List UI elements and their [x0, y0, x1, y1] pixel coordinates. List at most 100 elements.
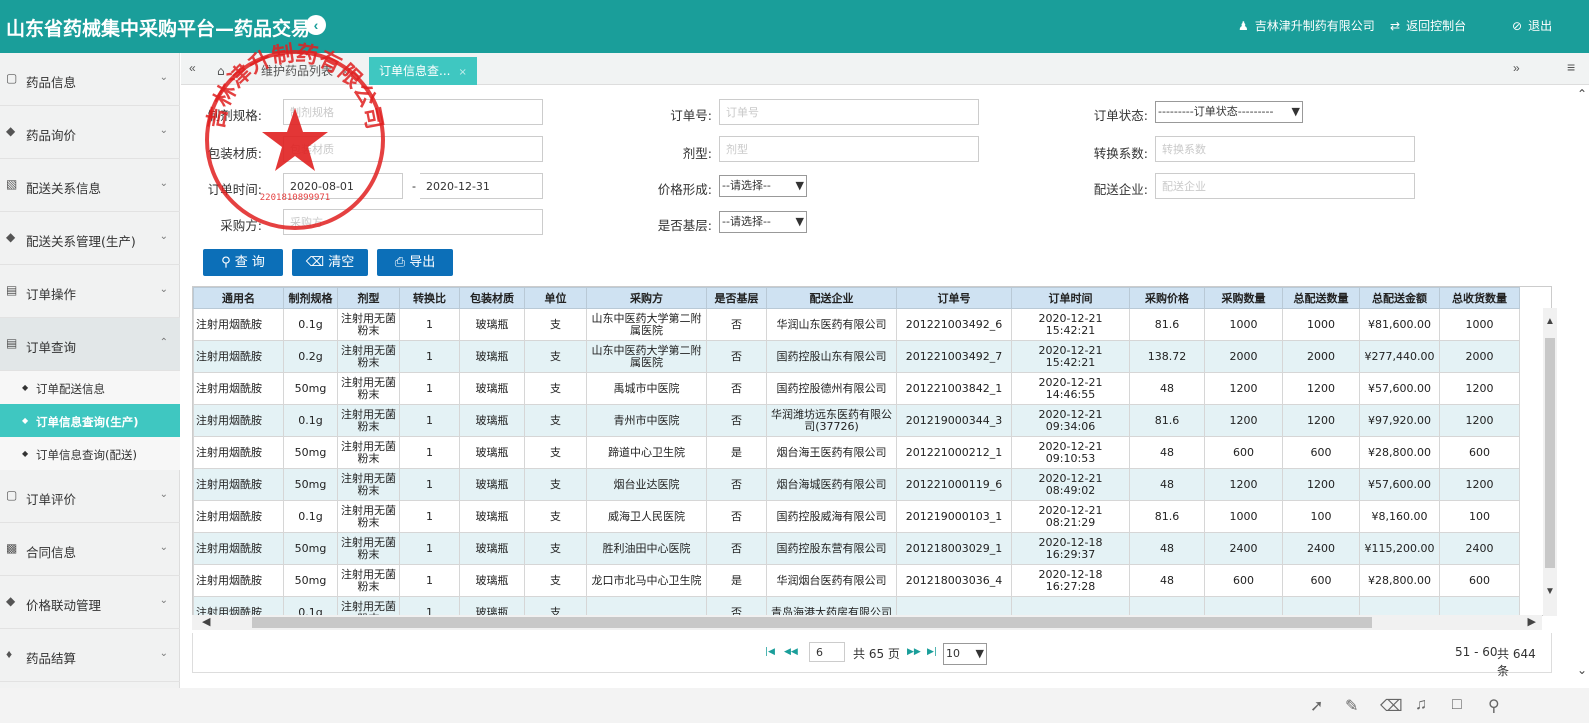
- sidebar-item-drug-info[interactable]: ▢ 药品信息 ⌄: [0, 53, 180, 106]
- scroll-up-icon[interactable]: ▲: [1545, 316, 1555, 327]
- sidebar-item-contract-info[interactable]: ▩ 合同信息 ⌄: [0, 523, 180, 576]
- sidebar-item-delivery-info[interactable]: ▧ 配送关系信息 ⌄: [0, 159, 180, 212]
- table-row[interactable]: 注射用烟酰胺 0.1g 注射用无菌粉末 1 玻璃瓶支青州市中医院否华润潍坊远东医药有限公…: [193, 404, 1520, 437]
- column-header[interactable]: 采购价格: [1129, 287, 1205, 309]
- window-icon[interactable]: □: [1452, 696, 1462, 714]
- page-size-select[interactable]: 10 ▼: [943, 643, 987, 665]
- pack-input[interactable]: [283, 136, 543, 162]
- sidebar-item-order-review[interactable]: ▢ 订单评价 ⌄: [0, 470, 180, 523]
- rocket-icon[interactable]: ➚: [1310, 696, 1323, 716]
- form-input[interactable]: [719, 136, 979, 162]
- menu-icon[interactable]: ≡: [1567, 59, 1575, 75]
- tab-drug-list[interactable]: 维护药品列表 ×: [251, 57, 359, 85]
- volume-icon[interactable]: ♫: [1415, 696, 1427, 714]
- table-cell: 1200: [1439, 468, 1520, 501]
- dist-input[interactable]: [1155, 173, 1415, 199]
- back-console-link[interactable]: ⇄ 返回控制台: [1390, 17, 1466, 34]
- delete-icon[interactable]: ⌫: [1380, 696, 1403, 716]
- column-header[interactable]: 订单时间: [1011, 287, 1130, 309]
- table-vertical-scrollbar[interactable]: ▲ ▼: [1543, 308, 1557, 616]
- table-row[interactable]: 注射用烟酰胺 50mg 注射用无菌粉末 1 玻璃瓶支龙口市北马中心卫生院是华润烟台医药有…: [193, 564, 1520, 597]
- first-page-icon[interactable]: |◀: [765, 647, 775, 657]
- table-row[interactable]: 注射用烟酰胺 0.1g 注射用无菌粉末 1 玻璃瓶支山东中医药大学第二附属医院否华润山东…: [193, 308, 1520, 341]
- column-header[interactable]: 采购数量: [1204, 287, 1283, 309]
- table-row[interactable]: 注射用烟酰胺0.1g注射用无菌粉末1玻璃瓶支 否青岛海港大药房有限公司: [193, 596, 1520, 615]
- basic-select[interactable]: --请选择-- ▼: [719, 211, 807, 233]
- time-to-input[interactable]: [420, 173, 543, 199]
- table-row[interactable]: 注射用烟酰胺 50mg 注射用无菌粉末 1 玻璃瓶支蹄道中心卫生院是烟台海王医药有限公司…: [193, 436, 1520, 469]
- table-row[interactable]: 注射用烟酰胺 50mg 注射用无菌粉末 1 玻璃瓶支烟台业达医院否烟台海城医药有限公司 2…: [193, 468, 1520, 501]
- search-icon[interactable]: ⚲: [1488, 696, 1500, 716]
- scroll-left-icon[interactable]: ◀: [202, 615, 210, 628]
- home-icon: ⌂: [217, 64, 225, 78]
- conv-input[interactable]: [1155, 136, 1415, 162]
- column-header[interactable]: 是否基层: [706, 287, 767, 309]
- last-page-icon[interactable]: ▶|: [927, 647, 937, 657]
- logout-link[interactable]: ⊘ 退出: [1512, 17, 1552, 34]
- scroll-thumb[interactable]: [252, 617, 1372, 628]
- column-header[interactable]: 制剂规格: [283, 287, 338, 309]
- column-header[interactable]: 总收货数量: [1439, 287, 1520, 309]
- column-header[interactable]: 转换比: [399, 287, 460, 309]
- column-header[interactable]: 总配送数量: [1282, 287, 1360, 309]
- conv-label: 转换系数:: [1093, 146, 1148, 161]
- spec-input[interactable]: [283, 99, 543, 125]
- tab-order-info[interactable]: 订单信息查... ×: [369, 57, 477, 85]
- document-icon: ▤: [6, 336, 18, 350]
- back-arrow-icon[interactable]: ‹: [306, 15, 326, 35]
- scroll-down-icon[interactable]: ▼: [1545, 586, 1555, 597]
- sidebar-item-delivery-mgmt[interactable]: ◆ 配送关系管理(生产) ⌄: [0, 212, 180, 265]
- order-status-select[interactable]: ---------订单状态--------- ▼: [1155, 101, 1303, 123]
- column-header[interactable]: 包装材质: [459, 287, 525, 309]
- column-header[interactable]: 通用名: [193, 287, 284, 309]
- column-header[interactable]: 剂型: [337, 287, 400, 309]
- sidebar-item-price-linkage[interactable]: ◆ 价格联动管理 ⌄: [0, 576, 180, 629]
- edit-icon[interactable]: ✎: [1345, 696, 1358, 716]
- table-cell: 否: [706, 404, 767, 437]
- price-select[interactable]: --请选择-- ▼: [719, 175, 807, 197]
- tabs-scroll-right-icon[interactable]: »: [1513, 61, 1520, 75]
- chevron-up-icon[interactable]: ⌃: [1577, 87, 1587, 101]
- time-from-input[interactable]: [283, 173, 403, 199]
- table-cell: 1: [399, 340, 460, 373]
- close-icon[interactable]: ×: [341, 67, 349, 78]
- table-horizontal-scrollbar[interactable]: ◀ ▶: [192, 615, 1542, 630]
- table-row[interactable]: 注射用烟酰胺 50mg 注射用无菌粉末 1 玻璃瓶支胜利油田中心医院否国药控股东营有限公…: [193, 532, 1520, 565]
- chevron-down-icon: ⌄: [159, 72, 168, 83]
- sidebar-item-drug-inquiry[interactable]: ◆ 药品询价 ⌄: [0, 106, 180, 159]
- tabs-scroll-left-icon[interactable]: «: [189, 61, 196, 75]
- order-no-input[interactable]: [719, 99, 979, 125]
- scroll-right-icon[interactable]: ▶: [1528, 615, 1536, 628]
- sidebar-item-order-query[interactable]: ▤ 订单查询 ⌃: [0, 318, 180, 371]
- page-number-input[interactable]: [809, 642, 845, 662]
- export-button[interactable]: ⎙ 导出: [377, 249, 453, 276]
- buyer-input[interactable]: [283, 209, 543, 235]
- page-scrollbar[interactable]: ⌃ ⌄: [1577, 85, 1589, 685]
- close-icon[interactable]: ×: [458, 67, 466, 78]
- scroll-thumb[interactable]: [1545, 338, 1555, 568]
- query-button[interactable]: ⚲ 查 询: [203, 249, 283, 276]
- tab-home[interactable]: ⌂: [207, 57, 235, 85]
- user-company[interactable]: ♟ 吉林津升制药有限公司: [1238, 17, 1375, 34]
- sidebar-item-drug-settlement[interactable]: ♦ 药品结算 ⌄: [0, 629, 180, 682]
- column-header[interactable]: 配送企业: [766, 287, 897, 309]
- table-row[interactable]: 注射用烟酰胺 50mg 注射用无菌粉末 1 玻璃瓶支禹城市中医院否国药控股德州有限公司 2…: [193, 372, 1520, 405]
- column-header[interactable]: 采购方: [586, 287, 707, 309]
- clear-button[interactable]: ⌫ 清空: [292, 249, 368, 276]
- table-cell: 山东中医药大学第二附属医院: [586, 308, 707, 341]
- tab-bar: « ⌂ 维护药品列表 × 订单信息查... × » ≡: [181, 53, 1589, 85]
- sidebar-subitem-order-query-delivery[interactable]: ◆ 订单信息查询(配送): [0, 437, 180, 470]
- sidebar-subitem-order-delivery[interactable]: ◆ 订单配送信息: [0, 371, 180, 404]
- prev-page-icon[interactable]: ◀◀: [784, 647, 798, 657]
- table-cell: 81.6: [1129, 500, 1205, 533]
- next-page-icon[interactable]: ▶▶: [907, 647, 921, 657]
- sidebar-subitem-order-query-production[interactable]: ◆ 订单信息查询(生产): [0, 404, 180, 437]
- column-header[interactable]: 单位: [524, 287, 587, 309]
- column-header[interactable]: 订单号: [896, 287, 1012, 309]
- sidebar-item-order-ops[interactable]: ▤ 订单操作 ⌄: [0, 265, 180, 318]
- table-cell: 支: [524, 596, 587, 615]
- column-header[interactable]: 总配送金额: [1359, 287, 1440, 309]
- table-row[interactable]: 注射用烟酰胺 0.2g 注射用无菌粉末 1 玻璃瓶支山东中医药大学第二附属医院否国药控股…: [193, 340, 1520, 373]
- table-row[interactable]: 注射用烟酰胺 0.1g 注射用无菌粉末 1 玻璃瓶支威海卫人民医院否国药控股威海有限公司…: [193, 500, 1520, 533]
- chevron-down-icon[interactable]: ⌄: [1577, 663, 1587, 677]
